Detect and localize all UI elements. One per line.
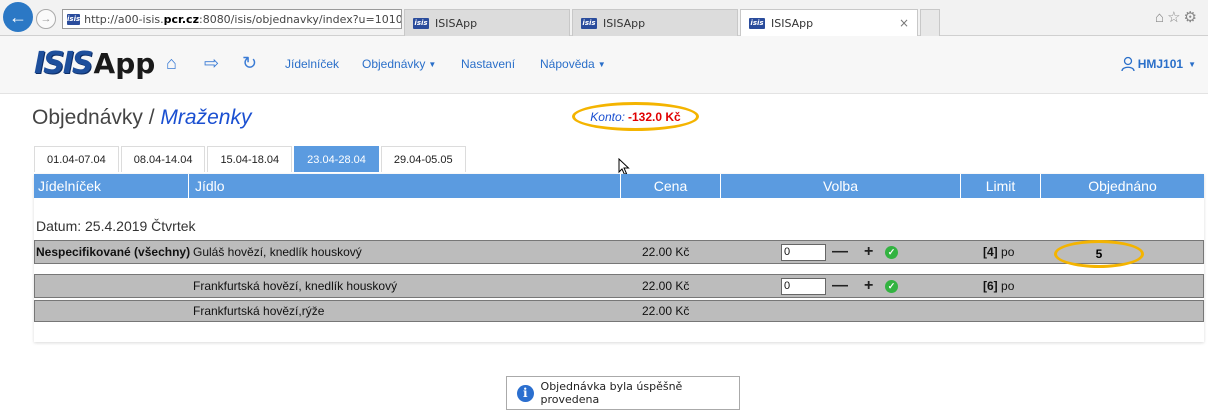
chevron-down-icon: ▼ (428, 60, 437, 69)
table-row: Frankfurtská hovězí,rýže 22.00 Kč (34, 300, 1204, 322)
tab-favicon: isis (413, 17, 429, 29)
user-menu[interactable]: HMJ101 ▼ (1120, 56, 1196, 72)
row-limit: [4] po (983, 241, 1014, 263)
browser-chrome: ← → isis http://a00-isis.pcr.cz:8080/isi… (0, 0, 1208, 36)
orders-table: Jídelníček Jídlo Cena Volba Limit Objedn… (34, 174, 1204, 342)
close-icon[interactable]: × (899, 16, 909, 30)
nav-objednavky-label: Objednávky (362, 57, 426, 71)
row-limit-num: [4] (983, 245, 998, 259)
browser-tab[interactable]: isis ISISApp (572, 9, 738, 36)
browser-toolbar-icons: ⌂☆⚙ (1155, 8, 1200, 26)
header-jidlo: Jídlo (188, 174, 225, 198)
table-row: Frankfurtská hovězí, knedlík houskový 22… (34, 274, 1204, 298)
site-favicon: isis (67, 13, 81, 25)
nav-nastaveni[interactable]: Nastavení (461, 57, 515, 71)
check-icon[interactable]: ✓ (885, 246, 898, 259)
row-meal: Frankfurtská hovězí, knedlík houskový (193, 279, 398, 293)
tab-week[interactable]: 01.04-07.04 (34, 146, 119, 172)
refresh-icon[interactable]: ↻ (242, 53, 257, 74)
header-cena: Cena (620, 174, 720, 198)
tab-label: ISISApp (435, 16, 478, 30)
minus-icon[interactable]: — (832, 242, 848, 262)
header-jidelnicek: Jídelníček (38, 178, 102, 194)
header-volba: Volba (720, 174, 960, 198)
forward-button[interactable]: → (36, 9, 56, 29)
nav-jidelnicek[interactable]: Jídelníček (285, 57, 339, 71)
konto-label: Konto: (590, 109, 625, 124)
table-row: Nespecifikované (všechny) Guláš hovězí, … (34, 240, 1204, 264)
nav-napoveda-label: Nápověda (540, 57, 595, 71)
row-limit-unit: po (1001, 279, 1015, 293)
browser-tab-active[interactable]: isis ISISApp × (740, 9, 918, 36)
home-browser-icon[interactable]: ⌂ (1155, 9, 1167, 26)
app-navbar: ISIS App ⌂ ⇨ ↻ Jídelníček Objednávky ▼ Na… (0, 36, 1208, 94)
forward-arrow-icon: → (40, 13, 52, 25)
chevron-down-icon: ▼ (1188, 59, 1196, 69)
tab-week-active[interactable]: 23.04-28.04 (294, 146, 379, 172)
row-limit-num: [6] (983, 279, 998, 293)
plus-icon[interactable]: + (864, 276, 873, 296)
url-text: http://a00-isis.pcr.cz:8080/isis/objedna… (84, 12, 402, 26)
quantity-input[interactable]: 0 (781, 244, 826, 261)
logo-app: App (93, 46, 156, 80)
konto-value: -132.0 Kč (628, 109, 681, 124)
date-heading: Datum: 25.4.2019 Čtvrtek (36, 218, 196, 234)
logo-isis: ISIS (34, 45, 94, 81)
back-arrow-icon: ← (9, 6, 27, 27)
tab-week[interactable]: 15.04-18.04 (207, 146, 293, 172)
tab-favicon: isis (581, 17, 597, 29)
tab-label: ISISApp (771, 16, 814, 30)
minus-icon[interactable]: — (832, 276, 848, 296)
browser-tab[interactable]: isis ISISApp (404, 9, 570, 36)
logout-icon[interactable]: ⇨ (204, 53, 219, 74)
header-objednano: Objednáno (1040, 174, 1204, 198)
quantity-input[interactable]: 0 (781, 278, 826, 295)
new-tab-button[interactable] (920, 9, 940, 36)
plus-icon[interactable]: + (864, 242, 873, 262)
tab-week[interactable]: 29.04-05.05 (380, 146, 466, 172)
page-title-main: Objednávky / (32, 106, 155, 129)
page-title: Objednávky / Mraženky (32, 106, 251, 130)
row-price: 22.00 Kč (642, 304, 690, 318)
nav-objednavky[interactable]: Objednávky ▼ (362, 57, 436, 71)
row-limit: [6] po (983, 275, 1014, 297)
row-price: 22.00 Kč (642, 245, 690, 259)
tab-week[interactable]: 08.04-14.04 (120, 146, 206, 172)
ordered-count: 5 (1054, 240, 1144, 268)
account-balance: Konto: -132.0 Kč (572, 102, 699, 131)
nav-napoveda[interactable]: Nápověda ▼ (540, 57, 606, 71)
user-name: HMJ101 (1137, 57, 1184, 71)
row-menu: Nespecifikované (všechny) (36, 245, 191, 259)
star-icon[interactable]: ☆ (1167, 9, 1183, 26)
settings-icon[interactable]: ⚙ (1184, 9, 1200, 26)
success-toast: i Objednávka byla úspěšně provedena (506, 376, 740, 410)
table-header: Jídelníček Jídlo Cena Volba Limit Objedn… (34, 174, 1204, 198)
row-price: 22.00 Kč (642, 279, 690, 293)
app-logo[interactable]: ISIS App (34, 45, 156, 81)
address-bar[interactable]: isis http://a00-isis.pcr.cz:8080/isis/ob… (62, 9, 402, 29)
tab-label: ISISApp (603, 16, 646, 30)
header-limit: Limit (960, 174, 1040, 198)
back-button[interactable]: ← (3, 2, 33, 32)
row-limit-unit: po (1001, 245, 1015, 259)
info-icon: i (517, 384, 534, 402)
home-icon[interactable]: ⌂ (166, 53, 177, 74)
check-icon[interactable]: ✓ (885, 280, 898, 293)
toast-message: Objednávka byla úspěšně provedena (540, 380, 683, 406)
row-meal: Frankfurtská hovězí,rýže (193, 304, 325, 318)
row-meal: Guláš hovězí, knedlík houskový (193, 245, 362, 259)
tab-favicon: isis (749, 17, 765, 29)
user-icon (1121, 56, 1135, 72)
page-subtitle: Mraženky (160, 106, 252, 129)
week-tabs: 01.04-07.04 08.04-14.04 15.04-18.04 23.0… (34, 146, 468, 172)
chevron-down-icon: ▼ (597, 60, 606, 69)
